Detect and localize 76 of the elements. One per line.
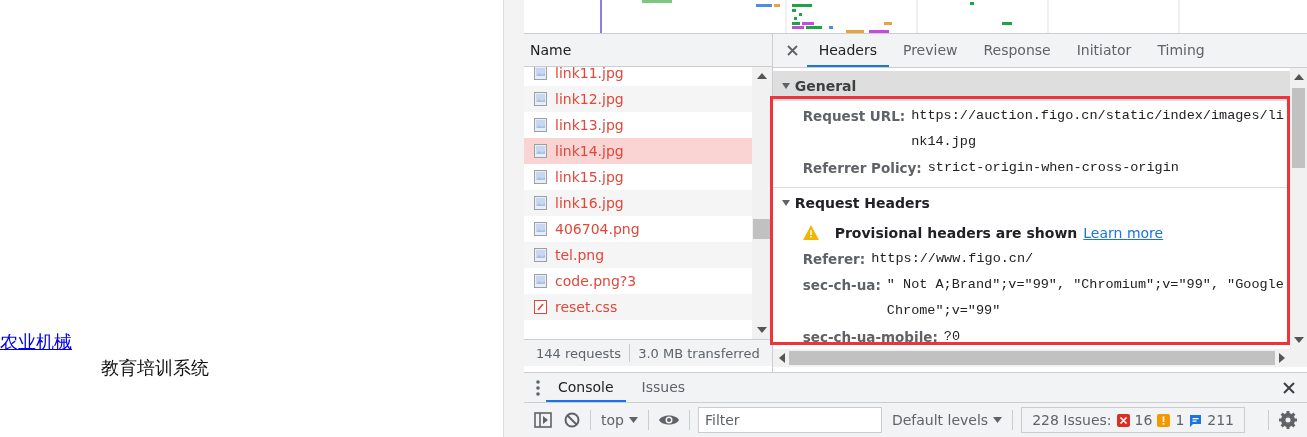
request-row[interactable]: link16.jpg — [524, 190, 752, 216]
scroll-up-icon[interactable] — [1293, 74, 1304, 80]
caret-icon — [628, 416, 638, 424]
header-value: ?0 — [943, 328, 962, 346]
request-name: link13.jpg — [555, 117, 624, 133]
header-name: sec-ch-ua-mobile: — [802, 328, 938, 347]
log-levels-dropdown[interactable]: Default levels — [889, 412, 1005, 428]
details-tab[interactable]: Initiator — [1064, 34, 1144, 67]
request-name: link12.jpg — [555, 91, 624, 107]
request-name: 406704.png — [555, 221, 640, 237]
expanded-triangle-icon[interactable] — [780, 198, 791, 208]
scroll-thumb[interactable] — [1292, 88, 1305, 168]
request-name: reset.css — [555, 299, 618, 315]
page-link[interactable]: 农业机械 — [0, 330, 72, 354]
scroll-down-icon[interactable] — [1293, 337, 1304, 343]
header-name: Referrer Policy: — [802, 159, 922, 178]
request-name: link16.jpg — [555, 195, 624, 211]
context-selector[interactable]: top — [599, 412, 640, 428]
request-row[interactable]: link12.jpg — [524, 86, 752, 112]
image-file-icon — [534, 248, 547, 262]
section-title[interactable]: Request Headers — [794, 195, 930, 211]
request-count: 144 requests — [536, 345, 622, 361]
request-name: link11.jpg — [555, 67, 624, 81]
image-file-icon — [534, 144, 547, 158]
scroll-down-icon[interactable] — [756, 327, 767, 333]
header-value: strict-origin-when-cross-origin — [927, 159, 1180, 177]
details-tab[interactable]: Response — [971, 34, 1063, 67]
image-file-icon — [534, 92, 547, 106]
scroll-right-icon[interactable] — [1279, 353, 1285, 363]
clear-console-icon[interactable] — [562, 410, 582, 430]
request-name: link15.jpg — [555, 169, 624, 185]
page-text: 教育培训系统 — [101, 356, 209, 380]
details-tab[interactable]: Preview — [890, 34, 970, 67]
request-name: code.png?3 — [555, 273, 637, 289]
scroll-left-icon[interactable] — [778, 353, 785, 363]
warning-message: Provisional headers are shown — [834, 224, 1078, 243]
image-file-icon — [534, 67, 547, 80]
scrollbar[interactable] — [751, 67, 772, 339]
request-row[interactable]: reset.css — [524, 294, 752, 320]
horizontal-scrollbar[interactable] — [772, 349, 1307, 367]
expanded-triangle-icon[interactable] — [780, 81, 791, 91]
scrollbar[interactable] — [1290, 68, 1307, 349]
image-file-icon — [534, 274, 547, 288]
warning-icon — [802, 225, 819, 240]
scroll-up-icon[interactable] — [756, 73, 767, 79]
info-icon — [1189, 413, 1203, 427]
request-row[interactable]: link14.jpg — [524, 138, 752, 164]
scroll-thumb[interactable] — [788, 351, 1275, 365]
drawer-tab[interactable]: Issues — [629, 373, 698, 402]
image-file-icon — [534, 170, 547, 184]
scroll-thumb[interactable] — [752, 219, 770, 239]
settings-icon[interactable] — [1277, 409, 1299, 431]
request-name: tel.png — [555, 247, 605, 263]
image-file-icon — [534, 222, 547, 236]
header-name: Request URL: — [802, 107, 906, 126]
caret-icon — [993, 416, 1003, 424]
stylesheet-file-icon — [534, 300, 547, 314]
request-row[interactable]: tel.png — [524, 242, 752, 268]
header-value: " Not A;Brand";v="99", "Chromium";v="99", "Google Chrome";v="99" — [886, 276, 1285, 320]
name-column-header[interactable]: Name — [524, 34, 772, 67]
details-tab[interactable]: Timing — [1145, 34, 1217, 67]
warning-icon — [1157, 413, 1171, 427]
transferred-size: 3.0 MB transferred — [638, 345, 760, 361]
image-file-icon — [534, 118, 547, 132]
header-name: Referer: — [802, 250, 866, 269]
error-icon — [1116, 413, 1130, 427]
header-value: https://www.figo.cn/ — [871, 250, 1035, 268]
header-name: sec-ch-ua: — [802, 276, 881, 295]
details-tab[interactable]: Headers — [806, 34, 889, 67]
section-title[interactable]: General — [794, 78, 857, 94]
issues-button[interactable]: 228 Issues: 16 1 211 — [1021, 407, 1246, 433]
learn-more-link[interactable]: Learn more — [1083, 220, 1164, 246]
sidebar-toggle-icon[interactable] — [532, 410, 554, 430]
request-name: link14.jpg — [555, 143, 624, 159]
filter-field[interactable]: Filter — [697, 407, 882, 433]
image-file-icon — [534, 196, 547, 210]
